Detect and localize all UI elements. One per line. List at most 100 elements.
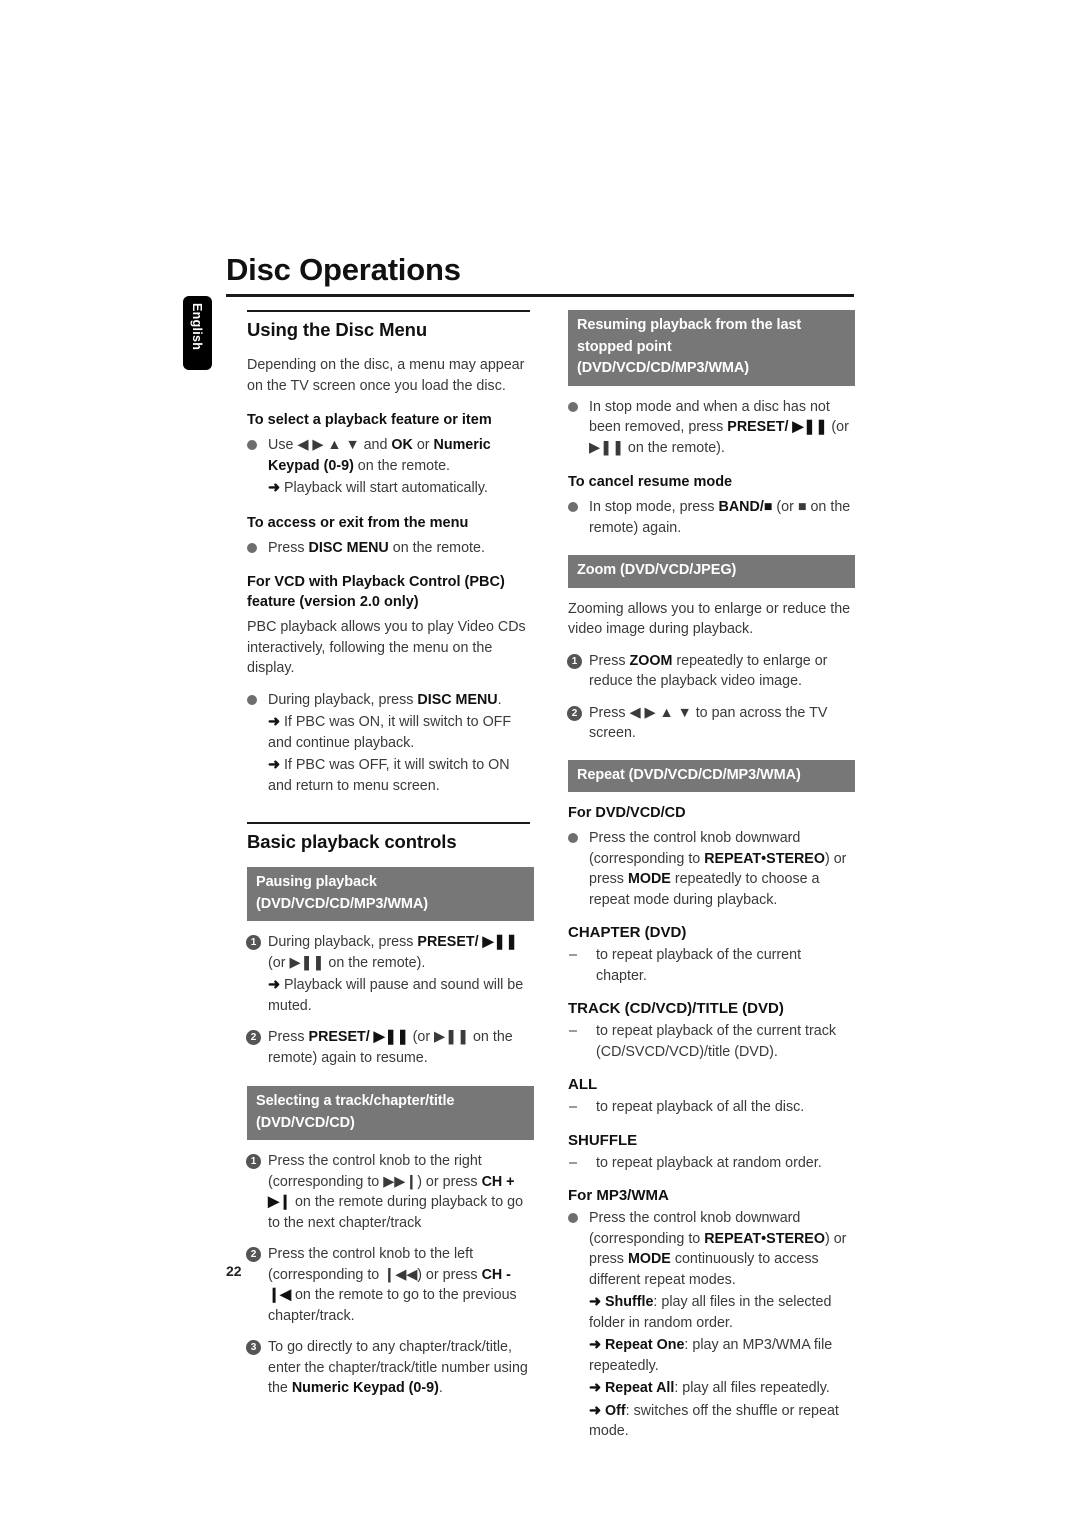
list-item: 2 Press the control knob to the left (co…	[247, 1244, 534, 1326]
list-item: 2 Press PRESET/ ▶❚❚ (or ▶❚❚ on the remot…	[247, 1027, 534, 1068]
section-heading-basic-playback: Basic playback controls	[247, 831, 534, 853]
title-divider	[226, 294, 854, 297]
arrow-note-text: ➜ If PBC was ON, it will switch to OFF a…	[268, 714, 511, 751]
list-item-text: In stop mode, press BAND/■ (or ■ on the …	[589, 499, 850, 536]
list-item: ➜ Playback will start automatically.	[247, 478, 534, 499]
list-item: Use ◀ ▶ ▲ ▼ and OK or Numeric Keypad (0-…	[247, 435, 534, 476]
list-item: ➜ If PBC was ON, it will switch to OFF a…	[247, 712, 534, 753]
list-item-text: Press PRESET/ ▶❚❚ (or ▶❚❚ on the remote)…	[268, 1029, 513, 1066]
list-item: 2 Press ◀ ▶ ▲ ▼ to pan across the TV scr…	[568, 703, 855, 744]
list-item: – to repeat playback of the current trac…	[568, 1021, 855, 1062]
list-item-text: Press ZOOM repeatedly to enlarge or redu…	[589, 653, 827, 690]
list-item: ➜ Off: switches off the shuffle or repea…	[568, 1401, 855, 1442]
list-item: Press the control knob downward (corresp…	[568, 1208, 855, 1290]
banner-selecting-track: Selecting a track/chapter/title (DVD/VCD…	[247, 1086, 534, 1140]
bullet-dot-icon	[247, 695, 257, 705]
list-item-text: Press the control knob downward (corresp…	[589, 1210, 846, 1288]
dash-marker-icon: –	[569, 1097, 577, 1118]
bullet-dot-icon	[568, 1213, 578, 1223]
arrow-note-text: ➜ Playback will pause and sound will be …	[268, 977, 523, 1014]
list-item-text: Press the control knob to the left (corr…	[268, 1246, 517, 1324]
subheading-select-playback: To select a playback feature or item	[247, 410, 534, 430]
list-item: ➜ Shuffle: play all files in the selecte…	[568, 1292, 855, 1333]
list-item: – to repeat playback of the current chap…	[568, 945, 855, 986]
page-number: 22	[226, 1263, 242, 1279]
list-item-text: In stop mode and when a disc has not bee…	[589, 399, 849, 456]
list-item-text: During playback, press DISC MENU.	[268, 692, 502, 708]
list-item: ➜ If PBC was OFF, it will switch to ON a…	[247, 755, 534, 796]
list-item: – to repeat playback of all the disc.	[568, 1097, 855, 1118]
mode-description: to repeat playback of all the disc.	[596, 1099, 804, 1115]
arrow-note-text: ➜ If PBC was OFF, it will switch to ON a…	[268, 757, 510, 794]
step-number-3: 3	[246, 1340, 261, 1355]
mode-name: CHAPTER (DVD)	[568, 923, 855, 943]
step-number-1: 1	[246, 1154, 261, 1169]
bullet-dot-icon	[247, 440, 257, 450]
dash-marker-icon: –	[569, 945, 577, 966]
mode-description: to repeat playback of the current track …	[596, 1023, 836, 1060]
pbc-description: PBC playback allows you to play Video CD…	[247, 617, 534, 679]
manual-page: Disc Operations English Using the Disc M…	[0, 0, 1080, 1528]
disc-menu-intro: Depending on the disc, a menu may appear…	[247, 355, 534, 396]
list-item-text: Press ◀ ▶ ▲ ▼ to pan across the TV scree…	[589, 705, 827, 742]
section-heading-disc-menu: Using the Disc Menu	[247, 319, 534, 341]
list-item: Press the control knob downward (corresp…	[568, 828, 855, 910]
bullet-dot-icon	[247, 543, 257, 553]
list-item-text: Use ◀ ▶ ▲ ▼ and OK or Numeric Keypad (0-…	[268, 437, 491, 474]
list-item: 1 Press ZOOM repeatedly to enlarge or re…	[568, 651, 855, 692]
dash-marker-icon: –	[569, 1153, 577, 1174]
subheading-for-mp3-wma: For MP3/WMA	[568, 1186, 855, 1206]
language-tab: English	[183, 296, 212, 370]
left-column: Using the Disc Menu Depending on the dis…	[247, 310, 534, 1410]
step-number-1: 1	[567, 654, 582, 669]
subheading-cancel-resume: To cancel resume mode	[568, 472, 855, 492]
page-title: Disc Operations	[226, 252, 461, 288]
bullet-dot-icon	[568, 402, 578, 412]
list-item: – to repeat playback at random order.	[568, 1153, 855, 1174]
subheading-access-exit-menu: To access or exit from the menu	[247, 513, 534, 533]
bullet-dot-icon	[568, 833, 578, 843]
section-divider	[247, 310, 530, 312]
list-item: During playback, press DISC MENU.	[247, 690, 534, 711]
banner-resuming-playback: Resuming playback from the last stopped …	[568, 310, 855, 386]
dash-marker-icon: –	[569, 1021, 577, 1042]
arrow-note-text: ➜ Shuffle: play all files in the selecte…	[589, 1294, 831, 1331]
banner-repeat: Repeat (DVD/VCD/CD/MP3/WMA)	[568, 760, 855, 793]
step-number-1: 1	[246, 935, 261, 950]
subheading-vcd-pbc: For VCD with Playback Control (PBC) feat…	[247, 572, 534, 612]
banner-pausing-playback: Pausing playback (DVD/VCD/CD/MP3/WMA)	[247, 867, 534, 921]
arrow-note-text: ➜ Repeat One: play an MP3/WMA file repea…	[589, 1337, 832, 1374]
list-item: ➜ Repeat All: play all files repeatedly.	[568, 1378, 855, 1399]
mode-name: TRACK (CD/VCD)/TITLE (DVD)	[568, 999, 855, 1019]
step-number-2: 2	[246, 1030, 261, 1045]
right-column: Resuming playback from the last stopped …	[568, 310, 855, 1444]
list-item-text: Press the control knob to the right (cor…	[268, 1153, 523, 1231]
arrow-note-text: ➜ Off: switches off the shuffle or repea…	[589, 1403, 839, 1440]
list-item: In stop mode, press BAND/■ (or ■ on the …	[568, 497, 855, 538]
list-item: Press DISC MENU on the remote.	[247, 538, 534, 559]
list-item: ➜ Repeat One: play an MP3/WMA file repea…	[568, 1335, 855, 1376]
mode-description: to repeat playback at random order.	[596, 1155, 822, 1171]
list-item-text: Press the control knob downward (corresp…	[589, 830, 846, 908]
list-item: 1 Press the control knob to the right (c…	[247, 1151, 534, 1233]
mode-name: SHUFFLE	[568, 1131, 855, 1151]
step-number-2: 2	[567, 706, 582, 721]
list-item: In stop mode and when a disc has not bee…	[568, 397, 855, 459]
section-divider	[247, 822, 530, 824]
mode-name: ALL	[568, 1075, 855, 1095]
zoom-description: Zooming allows you to enlarge or reduce …	[568, 599, 855, 640]
list-item-text: To go directly to any chapter/track/titl…	[268, 1339, 528, 1396]
banner-zoom: Zoom (DVD/VCD/JPEG)	[568, 555, 855, 588]
subheading-for-dvd-vcd-cd: For DVD/VCD/CD	[568, 803, 855, 823]
list-item: 1 During playback, press PRESET/ ▶❚❚ (or…	[247, 932, 534, 973]
list-item: ➜ Playback will pause and sound will be …	[247, 975, 534, 1016]
mode-description: to repeat playback of the current chapte…	[596, 947, 801, 984]
step-number-2: 2	[246, 1247, 261, 1262]
bullet-dot-icon	[568, 502, 578, 512]
language-tab-label: English	[190, 303, 204, 350]
list-item-text: Press DISC MENU on the remote.	[268, 540, 485, 556]
arrow-note-text: ➜ Playback will start automatically.	[268, 480, 488, 496]
arrow-note-text: ➜ Repeat All: play all files repeatedly.	[589, 1380, 830, 1396]
list-item: 3 To go directly to any chapter/track/ti…	[247, 1337, 534, 1399]
list-item-text: During playback, press PRESET/ ▶❚❚ (or ▶…	[268, 934, 518, 971]
